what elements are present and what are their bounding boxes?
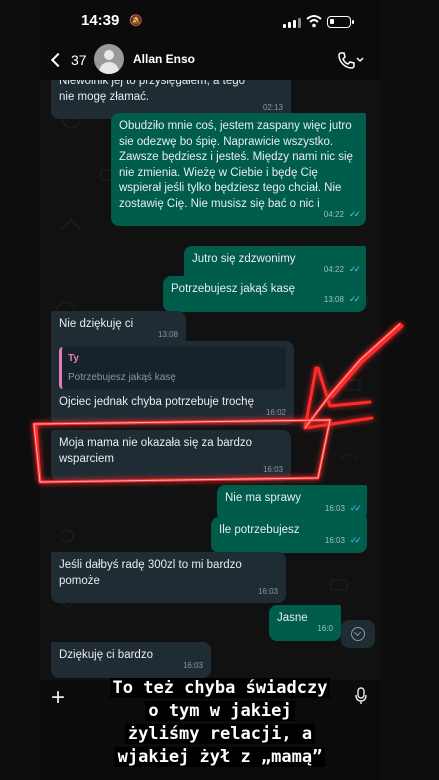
wifi-icon [306,15,322,28]
battery-level [330,19,334,24]
contact-name[interactable]: Allan Enso [133,52,195,66]
message-text: Jeśli dałbyś radę 300zl to mi bardzo pom… [59,559,242,587]
message-time: 16:03 [257,586,278,596]
message-bubble-incoming[interactable]: Jeśli dałbyś radę 300zl to mi bardzo pom… [51,552,286,603]
double-check-icon: ✓✓ [348,294,361,304]
message-time: 16:03 [324,504,345,513]
phone-screen: 14:39 🔕 37 Allan Enso Niewolnik jej to p… [41,0,381,780]
bell-off-icon: 🔕 [129,15,143,27]
message-meta: 04:22 ✓✓ [323,207,361,223]
chat-area[interactable]: Niewolnik jej to przysięgałem, a tego ni… [41,80,381,680]
double-check-icon: ✓✓ [349,535,362,545]
message-bubble-incoming[interactable]: Ty Potrzebujesz jakąś kasę Ojciec jednak c… [51,341,294,425]
story-caption: To też chyba świadczy o tym w jakiej żyliś… [72,677,368,769]
message-meta: 16:03 [183,658,203,674]
quote-text: Potrzebujesz jakąś kasę [68,371,176,383]
message-meta: 16:03 ✓✓ [324,533,362,549]
message-bubble-outgoing[interactable]: Ile potrzebujesz 16:03 ✓✓ [211,517,367,553]
plus-icon[interactable]: + [51,684,65,712]
message-time: 16:0 [317,624,333,633]
battery-icon [327,16,354,28]
message-text: Obudziło mnie coś, jestem zaspany więc j… [119,120,353,210]
phone-call-icon[interactable] [337,50,367,70]
message-time: 13:08 [323,295,344,304]
avatar[interactable] [94,44,124,74]
message-text: Dziękuję ci bardzo [59,649,153,661]
caption-line: To też chyba świadczy [109,678,331,698]
message-time: 16:03 [324,536,345,545]
caption-line: o tym w jakiej [145,701,295,721]
chevron-left-icon [50,52,66,68]
scroll-down-button[interactable] [341,620,375,648]
quoted-reply[interactable]: Ty Potrzebujesz jakąś kasę [59,347,286,389]
caption-line: wjakiej żył z „mamą” [114,747,326,767]
message-time: 16:03 [262,464,283,474]
message-text: Moja mama nie okazała się za bardzo wspa… [59,437,253,465]
double-check-icon: ✓✓ [348,208,361,219]
message-meta: 16:03 [258,584,278,600]
caption-line: żyliśmy relacji, a [124,724,316,744]
message-bubble-outgoing[interactable]: Jasne 16:0 [269,605,341,641]
message-bubble-incoming[interactable]: Moja mama nie okazała się za bardzo wspa… [51,430,291,481]
signal-icon [283,17,301,28]
message-time: 04:22 [323,209,344,219]
message-bubble-outgoing[interactable]: Obudziło mnie coś, jestem zaspany więc j… [111,113,366,226]
chevron-down-icon [351,627,365,641]
message-time: 16:02 [265,408,286,417]
unread-count: 37 [71,52,87,68]
back-button[interactable]: 37 [49,48,87,72]
message-text: Ojciec jednak chyba potrzebuje trochę [59,396,254,408]
status-time: 14:39 [81,12,120,29]
double-check-icon: ✓✓ [349,503,362,513]
message-bubble-outgoing[interactable]: Potrzebujesz jakąś kasę 13:08 ✓✓ [163,276,366,312]
message-time: 16:03 [182,661,203,670]
message-bubble-incoming[interactable]: Dziękuję ci bardzo 16:03 [51,642,211,678]
status-bar: 14:39 🔕 [41,0,381,40]
message-meta: 16:03 [263,462,283,478]
message-meta: 13:08 ✓✓ [323,292,361,308]
message-text: Niewolnik jej to przysięgałem, a tego ni… [59,80,246,103]
chat-header: 37 Allan Enso [41,40,381,80]
message-meta: 16:0 [317,621,333,637]
message-meta: 16:02 [266,405,286,421]
message-bubble-outgoing[interactable]: Nie ma sprawy 16:03 ✓✓ [217,485,367,521]
quote-author: Ty [68,353,79,364]
message-meta: 16:03 ✓✓ [324,501,362,517]
